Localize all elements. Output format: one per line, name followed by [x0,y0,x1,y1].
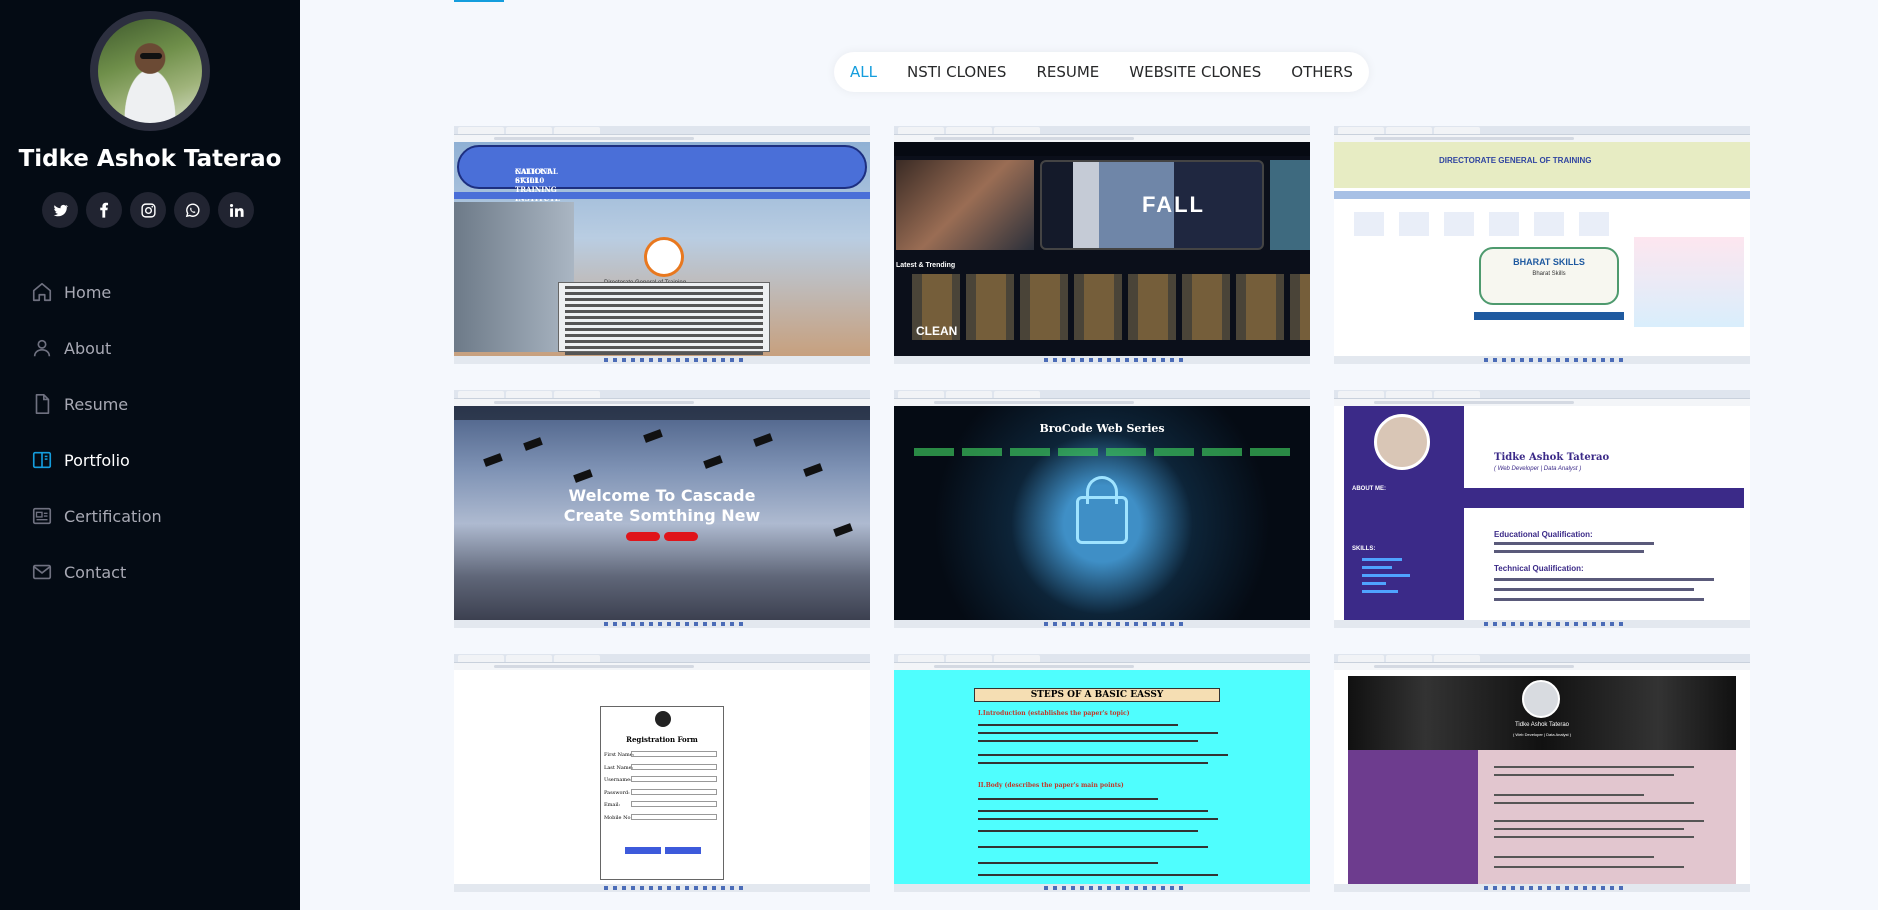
nav-label-resume: Resume [64,394,129,414]
portfolio-item-registration-form[interactable]: Registration Form First Name: Last Name:… [454,654,870,892]
thumb-text: Tidke Ashok Taterao [1494,452,1610,463]
filter-website-clones[interactable]: WEBSITE CLONES [1114,63,1276,81]
thumb-text: BroCode Web Series [1039,422,1165,435]
portfolio-item-resume-purple[interactable]: ABOUT ME: SKILLS: Tidke Ashok Taterao ( … [1334,390,1750,628]
thumb-text: BHARAT SKILLS [1513,257,1585,267]
thumb-text: ABOUT ME: [1352,486,1386,492]
thumb-text: ( Web Developer | Data Analyst ) [1494,466,1582,472]
thumb-text: ( Web Developer | Data Analyst ) [1512,732,1572,737]
portfolio-item-hotstar-clone[interactable]: FALL Latest & Trending CLEAN [894,126,1310,364]
nav-label-home: Home [64,282,112,302]
file-icon [30,392,54,416]
thumb-text: STEPS OF A BASIC EASSY [974,688,1220,702]
filter-all[interactable]: ALL [835,63,892,81]
portfolio-item-essay-steps[interactable]: STEPS OF A BASIC EASSY I.Introduction (e… [894,654,1310,892]
nav-item-home[interactable]: Home [0,264,300,320]
nav-item-about[interactable]: About [0,320,300,376]
portfolio-item-cascade[interactable]: Welcome To Cascade Create Somthing New [454,390,870,628]
portfolio-item-dgt-clone[interactable]: DIRECTORATE GENERAL OF TRAINING BHARAT S… [1334,126,1750,364]
thumb-text: Latest & Trending [896,262,956,269]
thumb-text: Welcome To Cascade [568,486,756,505]
nav-label-certification: Certification [64,506,162,526]
home-icon [30,280,54,304]
avatar [90,11,210,131]
portfolio-item-nsti-calicut[interactable]: NATIONAL SKILL TRAINING INSTITUTECALICUT… [454,126,870,364]
portfolio-item-resume-dark[interactable]: Tidke Ashok Taterao ( Web Developer | Da… [1334,654,1750,892]
linkedin-link[interactable] [218,192,254,228]
thumb-text: SKILLS: [1352,546,1376,552]
thumb-text: CALICUT-673010 [515,167,553,185]
nav-label-contact: Contact [64,562,127,582]
thumb-text: Bharat Skills [1532,271,1566,277]
portfolio-filters: ALL NSTI CLONES RESUME WEBSITE CLONES OT… [834,52,1369,92]
main-nav: Home About Resume Portfolio Certificatio… [0,264,300,600]
main-content: ALL NSTI CLONES RESUME WEBSITE CLONES OT… [300,0,1878,910]
thumb-text: Technical Qualification: [1494,564,1584,573]
thumb-text: Registration Form [626,735,698,744]
twitter-icon [53,204,68,216]
envelope-icon [30,560,54,584]
facebook-icon [99,202,108,218]
section-title-underline [454,0,504,2]
thumb-text: Last Name: [604,764,634,771]
nav-label-portfolio: Portfolio [64,450,130,470]
nav-item-resume[interactable]: Resume [0,376,300,432]
sidebar: Tidke Ashok Taterao Home About Resume Po… [0,0,300,910]
thumb-text: Tidke Ashok Taterao [1514,722,1570,728]
filter-nsti-clones[interactable]: NSTI CLONES [892,63,1021,81]
instagram-icon [140,202,156,218]
thumb-text: First Name: [604,752,635,758]
thumb-text: CLEAN [916,324,958,338]
certificate-icon [30,504,54,528]
thumb-text: Username: [604,777,632,783]
portfolio-item-brocode[interactable]: BroCode Web Series [894,390,1310,628]
whatsapp-icon [185,203,200,217]
thumb-text: Educational Qualification: [1494,530,1593,539]
twitter-link[interactable] [42,192,78,228]
whatsapp-link[interactable] [174,192,210,228]
nav-item-certification[interactable]: Certification [0,488,300,544]
thumb-text: Mobile No: [604,814,633,821]
thumb-text: I.Introduction (establishes the paper's … [978,710,1130,717]
facebook-link[interactable] [86,192,122,228]
book-icon [30,448,54,472]
social-links [42,192,254,228]
nav-label-about: About [64,338,112,358]
linkedin-icon [229,203,244,217]
thumb-text: Password: [604,789,630,796]
thumb-text: II.Body (describes the paper's main poin… [978,782,1124,789]
nav-item-contact[interactable]: Contact [0,544,300,600]
filter-others[interactable]: OTHERS [1276,63,1368,81]
filter-resume[interactable]: RESUME [1021,63,1114,81]
instagram-link[interactable] [130,192,166,228]
thumb-text: DIRECTORATE GENERAL OF TRAINING [1439,156,1592,165]
person-icon [30,336,54,360]
thumb-text: Create Somthing New [563,506,761,525]
nav-item-portfolio[interactable]: Portfolio [0,432,300,488]
thumb-text: Email: [604,802,621,808]
thumb-text: FALL [1142,192,1205,217]
profile-name: Tidke Ashok Taterao [18,146,282,172]
